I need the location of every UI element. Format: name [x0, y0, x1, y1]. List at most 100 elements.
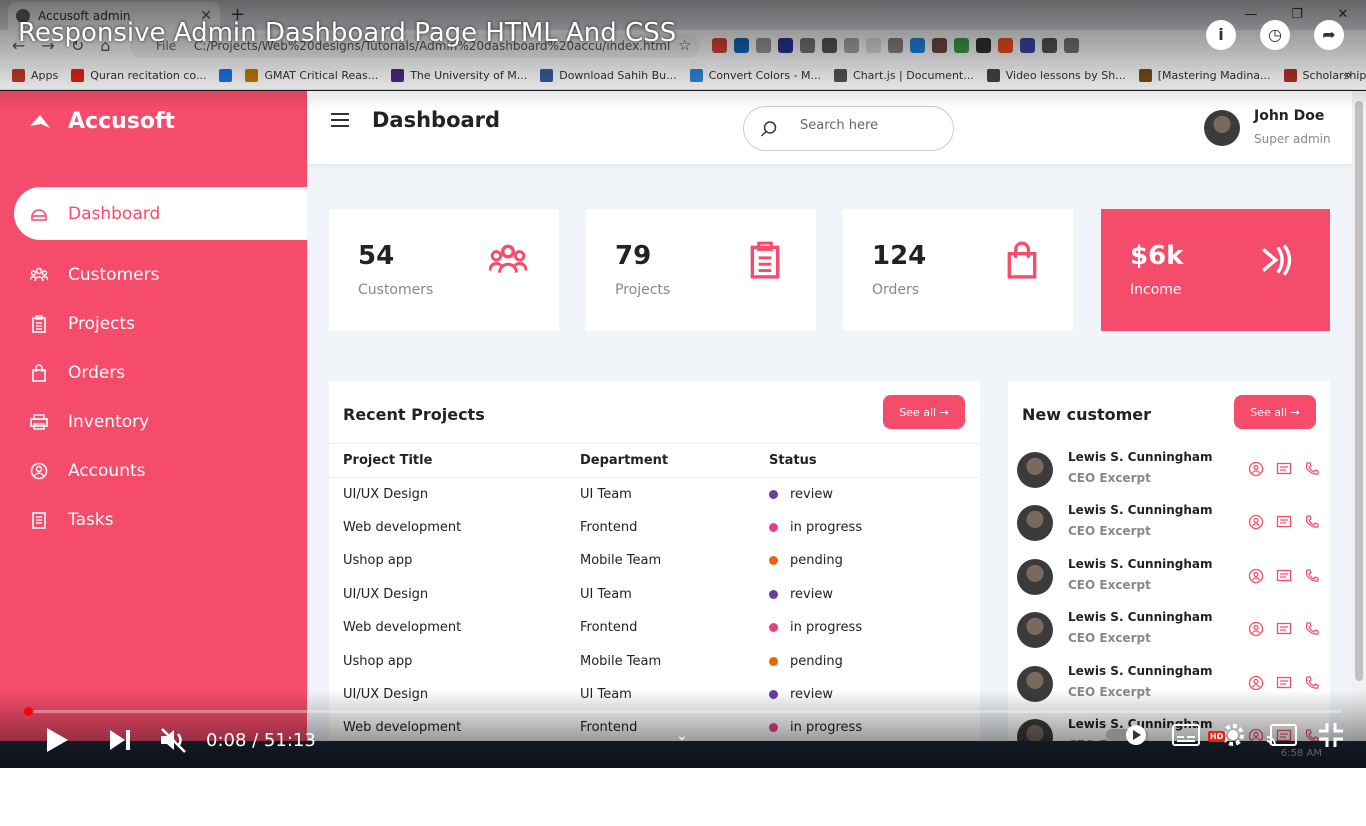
extension-icon[interactable] — [932, 38, 947, 53]
list-item[interactable]: Lewis S. Cunningham CEO Excerpt — [1008, 603, 1330, 656]
sidebar-item-inventory[interactable]: Inventory — [0, 397, 307, 446]
profile-icon[interactable] — [1248, 461, 1264, 481]
extension-icon[interactable] — [866, 38, 881, 53]
list-item[interactable]: Lewis S. Cunningham CEO Excerpt — [1008, 550, 1330, 603]
bookmark-item[interactable]: Scholarships and Ai... — [1283, 69, 1366, 82]
stat-card-income[interactable]: $6k Income — [1101, 209, 1330, 331]
project-title-cell: Web development — [343, 520, 462, 536]
table-row[interactable]: UI/UX Design UI Team review — [329, 678, 980, 711]
message-icon[interactable] — [1276, 461, 1292, 481]
stat-card-customers[interactable]: 54 Customers — [329, 209, 559, 331]
bookmark-item[interactable] — [219, 69, 233, 82]
video-scrubber-handle[interactable] — [24, 707, 33, 716]
sidebar-item-projects[interactable]: Projects — [0, 299, 307, 348]
sidebar-item-label: Accounts — [68, 460, 146, 481]
stat-card-orders[interactable]: 124 Orders — [843, 209, 1073, 331]
message-icon[interactable] — [1276, 568, 1292, 588]
mute-button[interactable] — [158, 722, 188, 758]
list-item[interactable]: Lewis S. Cunningham CEO Excerpt — [1008, 657, 1330, 710]
list-item[interactable]: Lewis S. Cunningham CEO Excerpt — [1008, 496, 1330, 549]
extension-icon[interactable] — [998, 38, 1013, 53]
page-scrollbar[interactable] — [1352, 91, 1366, 741]
extension-icon[interactable] — [1064, 38, 1079, 53]
phone-icon[interactable] — [1304, 675, 1320, 695]
play-button[interactable] — [44, 722, 70, 758]
stat-card-projects[interactable]: 79 Projects — [586, 209, 816, 331]
message-icon[interactable] — [1276, 621, 1292, 641]
status-dot — [769, 589, 778, 599]
bookmark-item[interactable]: Chart.js | Document... — [834, 69, 974, 82]
profile-icon[interactable] — [1248, 514, 1264, 534]
chevron-down-icon[interactable]: ⌄ — [676, 728, 688, 744]
cast-icon[interactable] — [1266, 723, 1298, 747]
extension-icon[interactable] — [1042, 38, 1057, 53]
video-title[interactable]: Responsive Admin Dashboard Page HTML And… — [18, 18, 676, 48]
share-icon[interactable]: ➦ — [1314, 20, 1344, 50]
brand[interactable]: Accusoft — [28, 109, 175, 134]
bookmark-item[interactable]: Convert Colors - M... — [689, 69, 821, 82]
table-row[interactable]: UI/UX Design UI Team review — [329, 578, 980, 611]
extension-icon[interactable] — [844, 38, 859, 53]
stat-label: Orders — [872, 282, 920, 298]
customer-role: CEO Excerpt — [1068, 471, 1151, 485]
extension-icon[interactable] — [954, 38, 969, 53]
sidebar-item-accounts[interactable]: Accounts — [0, 446, 307, 495]
bookmark-item[interactable]: Apps — [12, 69, 58, 82]
status-cell: review — [769, 678, 980, 711]
fullscreen-exit-icon[interactable] — [1318, 722, 1344, 748]
recent-projects-see-all-button[interactable]: See all → — [883, 395, 965, 429]
extension-icon[interactable] — [778, 38, 793, 53]
phone-icon[interactable] — [1304, 461, 1320, 481]
video-progress-bar[interactable] — [24, 707, 1342, 716]
menu-toggle-icon[interactable] — [331, 113, 349, 127]
phone-icon[interactable] — [1304, 621, 1320, 641]
sidebar-item-tasks[interactable]: Tasks — [0, 495, 307, 544]
table-row[interactable]: Ushop app Mobile Team pending — [329, 544, 980, 577]
university-icon — [391, 69, 405, 82]
bookmark-item[interactable]: [Mastering Madina... — [1138, 69, 1271, 82]
bookmarks-overflow-icon[interactable]: » — [1344, 68, 1352, 83]
sidebar-item-customers[interactable]: Customers — [0, 250, 307, 299]
autoplay-toggle-icon[interactable] — [1106, 724, 1152, 746]
sidebar-item-orders[interactable]: Orders — [0, 348, 307, 397]
profile-icon[interactable] — [1248, 675, 1264, 695]
table-row[interactable]: Web development Frontend in progress — [329, 711, 980, 741]
profile-icon[interactable] — [1248, 568, 1264, 588]
table-row[interactable]: Ushop app Mobile Team pending — [329, 644, 980, 677]
scrollbar-thumb[interactable] — [1355, 101, 1363, 681]
extension-icon[interactable] — [756, 38, 771, 53]
subtitles-icon[interactable] — [1172, 724, 1200, 746]
bookmark-item[interactable]: Video lessons by Sh... — [986, 69, 1126, 82]
extension-icon[interactable] — [712, 38, 727, 53]
bookmark-item[interactable]: GMAT Critical Reas... — [245, 69, 378, 82]
search-input[interactable] — [800, 118, 940, 133]
user-avatar[interactable] — [1204, 110, 1240, 146]
table-row[interactable]: Web development Frontend in progress — [329, 511, 980, 544]
watch-later-icon[interactable]: ◷ — [1260, 20, 1290, 50]
phone-icon[interactable] — [1304, 514, 1320, 534]
extension-icon[interactable] — [734, 38, 749, 53]
message-icon[interactable] — [1276, 675, 1292, 695]
bookmark-item[interactable]: Quran recitation co... — [71, 69, 206, 82]
bookmark-item[interactable]: Download Sahih Bu... — [540, 69, 677, 82]
next-video-button[interactable] — [108, 722, 132, 758]
list-item[interactable]: Lewis S. Cunningham CEO Excerpt — [1008, 443, 1330, 496]
phone-icon[interactable] — [1304, 568, 1320, 588]
message-icon[interactable] — [1276, 514, 1292, 534]
stat-value: 54 — [358, 241, 395, 271]
profile-icon[interactable] — [1248, 621, 1264, 641]
new-customer-see-all-button[interactable]: See all → — [1234, 395, 1316, 429]
table-row[interactable]: Web development Frontend in progress — [329, 611, 980, 644]
info-icon[interactable]: i — [1206, 20, 1236, 50]
sidebar-item-dashboard[interactable]: Dashboard — [14, 187, 307, 240]
bookmark-star-icon[interactable]: ☆ — [678, 36, 691, 54]
extension-icon[interactable] — [888, 38, 903, 53]
bookmark-item[interactable]: The University of M... — [391, 69, 527, 82]
extension-icon[interactable] — [910, 38, 925, 53]
extension-icon[interactable] — [976, 38, 991, 53]
extension-icon[interactable] — [800, 38, 815, 53]
status-dot — [769, 489, 778, 499]
table-row[interactable]: UI/UX Design UI Team review — [329, 478, 980, 511]
extension-icon[interactable] — [822, 38, 837, 53]
extension-icon[interactable] — [1020, 38, 1035, 53]
